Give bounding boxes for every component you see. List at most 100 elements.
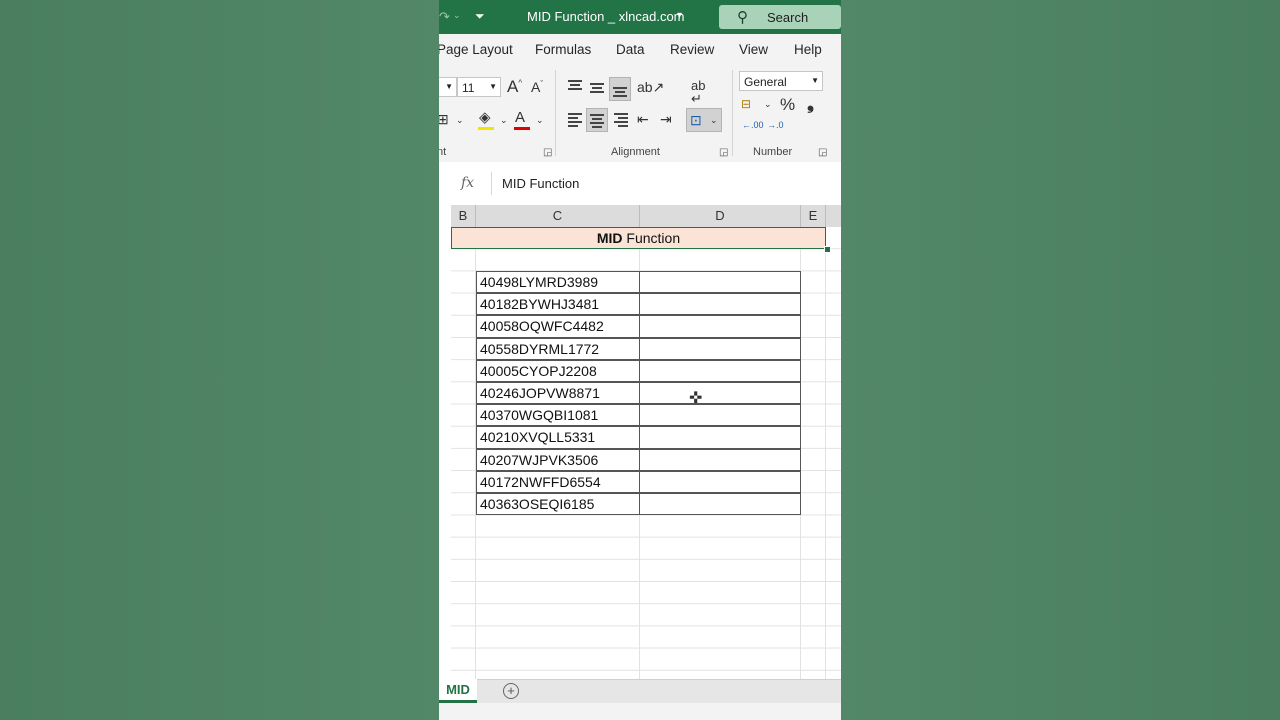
- group-label-number: Number: [753, 146, 793, 158]
- font-color-icon[interactable]: A: [515, 110, 525, 125]
- borders-icon[interactable]: ⊞: [439, 112, 449, 126]
- group-label-font: nt: [439, 146, 447, 158]
- decrease-font-size-icon[interactable]: Aˇ: [531, 80, 543, 94]
- top-align-icon[interactable]: [568, 80, 582, 92]
- title-rest: Function: [622, 230, 681, 246]
- redo-dropdown-icon[interactable]: ⌄: [453, 10, 461, 21]
- formula-text: MID Function: [502, 176, 580, 191]
- result-cell[interactable]: [639, 404, 801, 427]
- cell-cursor-icon: ✜: [689, 390, 703, 407]
- code-cell[interactable]: 40172NWFFD6554: [476, 470, 640, 493]
- merged-title-cell[interactable]: MID Function: [451, 227, 826, 249]
- result-cell[interactable]: [639, 337, 801, 360]
- title-bar: ↷ ⌄ ⏷ MID Function _ xlncad.com ▾ ⚲ Sear…: [439, 0, 841, 34]
- column-header-e[interactable]: E: [801, 205, 826, 227]
- percent-style-icon[interactable]: %: [780, 96, 795, 113]
- fill-color-swatch: [478, 127, 494, 130]
- decrease-decimal-label: .0: [776, 120, 784, 130]
- increase-decimal-label: .00: [751, 120, 764, 130]
- code-cell[interactable]: 40370WGQBI1081: [476, 404, 640, 427]
- result-cell[interactable]: [639, 359, 801, 382]
- font-color-dropdown-icon[interactable]: ⌄: [536, 116, 544, 125]
- tab-page-layout[interactable]: Page Layout: [439, 42, 513, 57]
- center-button[interactable]: [586, 108, 608, 132]
- group-separator: [732, 70, 733, 156]
- search-label: Search: [767, 10, 809, 25]
- font-name-dropdown[interactable]: ▼: [439, 77, 457, 97]
- code-cell[interactable]: 40363OSEQI6185: [476, 493, 640, 516]
- align-center-icon: [590, 114, 604, 130]
- fill-color-dropdown-icon[interactable]: ⌄: [500, 116, 508, 125]
- result-cell[interactable]: [639, 271, 801, 294]
- column-header-overflow: [826, 205, 841, 227]
- tab-view[interactable]: View: [739, 42, 768, 57]
- merge-dropdown-icon: ⌄: [710, 115, 718, 125]
- sheet-tab-mid[interactable]: MID: [439, 679, 477, 703]
- increase-font-size-icon[interactable]: A^: [507, 78, 522, 95]
- alignment-dialog-launcher-icon[interactable]: ◲: [719, 147, 728, 158]
- tab-help[interactable]: Help: [794, 42, 822, 57]
- increase-indent-icon[interactable]: ⇥: [660, 112, 672, 126]
- middle-align-icon[interactable]: [590, 83, 604, 95]
- result-cell[interactable]: [639, 493, 801, 516]
- redo-icon[interactable]: ↷: [439, 9, 450, 25]
- result-cell[interactable]: [639, 382, 801, 405]
- column-header-c[interactable]: C: [476, 205, 640, 227]
- code-cell[interactable]: 40182BYWHJ3481: [476, 293, 640, 316]
- accounting-format-icon[interactable]: ⊟: [741, 98, 751, 110]
- excel-window: ↷ ⌄ ⏷ MID Function _ xlncad.com ▾ ⚲ Sear…: [439, 0, 841, 720]
- orientation-icon[interactable]: ab↗: [637, 80, 664, 94]
- result-cell[interactable]: [639, 470, 801, 493]
- number-format-dropdown[interactable]: General ▼: [739, 71, 823, 91]
- sheet-tab-bar: MID +: [439, 679, 841, 704]
- result-cell[interactable]: [639, 426, 801, 449]
- code-cell[interactable]: 40498LYMRD3989: [476, 271, 640, 294]
- comma-style-icon[interactable]: ❟: [807, 94, 814, 112]
- code-cell[interactable]: 40246JOPVW8871: [476, 382, 640, 405]
- decrease-decimal-icon[interactable]: →.0: [767, 121, 784, 130]
- chevron-down-icon: ▼: [811, 76, 819, 85]
- title-dropdown-icon[interactable]: ▾: [677, 10, 682, 21]
- ribbon-tabs: Page Layout Formulas Data Review View He…: [439, 34, 841, 66]
- group-separator: [555, 70, 556, 156]
- code-cell[interactable]: 40207WJPVK3506: [476, 448, 640, 471]
- code-cell[interactable]: 40005CYOPJ2208: [476, 359, 640, 382]
- merge-center-button[interactable]: ⊡ ⌄: [686, 108, 722, 132]
- borders-dropdown-icon[interactable]: ⌄: [456, 116, 464, 125]
- customize-toolbar-icon[interactable]: ⏷: [475, 9, 485, 24]
- bottom-align-icon: [613, 87, 627, 99]
- chevron-down-icon: ▼: [445, 82, 453, 91]
- fill-handle[interactable]: [824, 246, 831, 253]
- accounting-dropdown-icon[interactable]: ⌄: [764, 100, 772, 109]
- code-cell[interactable]: 40210XVQLL5331: [476, 426, 640, 449]
- font-dialog-launcher-icon[interactable]: ◲: [543, 147, 552, 158]
- insert-function-icon[interactable]: fx: [461, 175, 474, 191]
- window-title: MID Function _ xlncad.com: [527, 9, 685, 24]
- decrease-indent-icon[interactable]: ⇤: [637, 112, 649, 126]
- wrap-text-icon[interactable]: ab ↵: [691, 79, 705, 105]
- code-cell[interactable]: 40558DYRML1772: [476, 337, 640, 360]
- formula-bar: fx MID Function: [439, 162, 841, 205]
- code-cell[interactable]: 40058OQWFC4482: [476, 315, 640, 338]
- number-dialog-launcher-icon[interactable]: ◲: [818, 147, 827, 158]
- column-header-d[interactable]: D: [640, 205, 801, 227]
- add-sheet-icon[interactable]: +: [503, 683, 519, 699]
- result-cell[interactable]: [639, 315, 801, 338]
- tab-data[interactable]: Data: [616, 42, 645, 57]
- align-left-icon[interactable]: [568, 113, 582, 129]
- fill-color-icon[interactable]: ◈: [479, 110, 491, 125]
- tab-review[interactable]: Review: [670, 42, 714, 57]
- chevron-down-icon: ▼: [489, 82, 497, 91]
- bottom-align-button[interactable]: [609, 77, 631, 101]
- result-cell[interactable]: [639, 448, 801, 471]
- increase-decimal-icon[interactable]: ←.00: [742, 121, 764, 130]
- tab-formulas[interactable]: Formulas: [535, 42, 591, 57]
- formula-input[interactable]: MID Function: [491, 172, 841, 195]
- result-cell[interactable]: [639, 293, 801, 316]
- title-bold: MID: [596, 230, 623, 246]
- search-box[interactable]: ⚲ Search: [719, 5, 841, 29]
- align-right-icon[interactable]: [614, 113, 628, 129]
- font-size-dropdown[interactable]: 11 ▼: [457, 77, 501, 97]
- column-header-b[interactable]: B: [451, 205, 476, 227]
- ribbon: ▼ 11 ▼ A^ Aˇ ⊞ ⌄ ◈ ⌄ A ⌄ nt ◲ ab↗ ab↵ ⇤: [439, 66, 841, 163]
